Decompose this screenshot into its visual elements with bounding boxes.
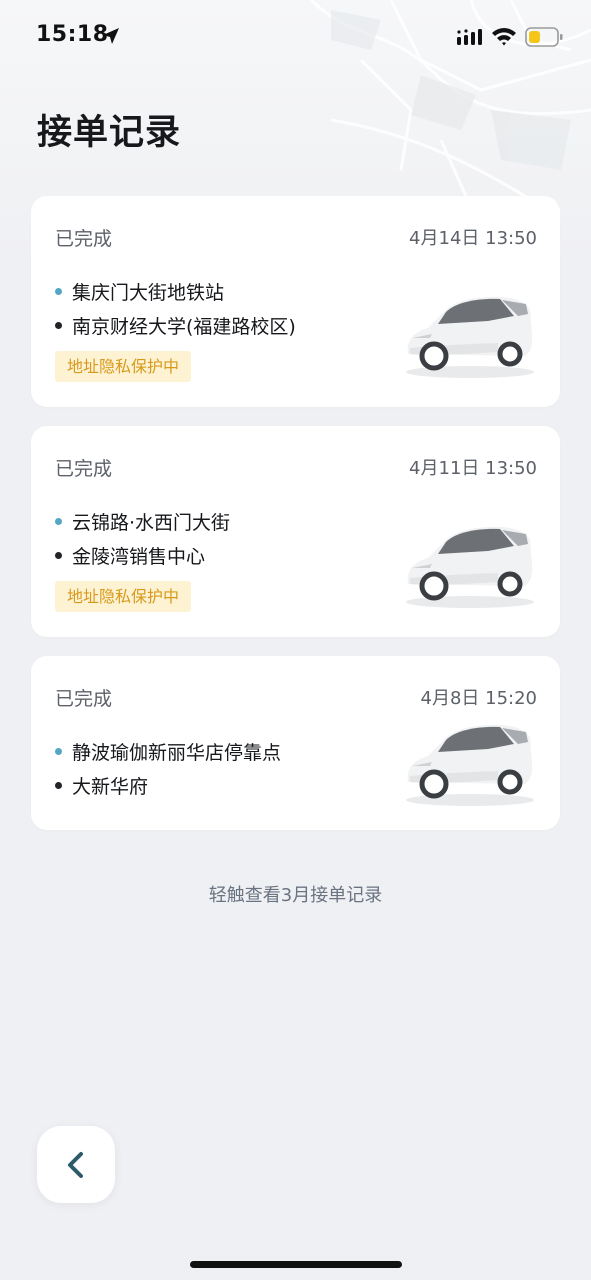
- dropoff-label: 金陵湾销售中心: [72, 546, 206, 568]
- pickup-location: 云锦路·水西门大街: [55, 508, 230, 535]
- dropoff-location: 大新华府: [55, 772, 148, 799]
- signal-icon: [457, 29, 482, 45]
- wifi-icon: [492, 28, 516, 46]
- status-time: 15:18: [36, 22, 109, 47]
- car-image: [406, 526, 534, 608]
- privacy-badge: 地址隐私保护中: [55, 581, 192, 612]
- battery-icon: [525, 27, 563, 47]
- privacy-badge: 地址隐私保护中: [55, 351, 192, 382]
- back-button[interactable]: [37, 1126, 115, 1203]
- pickup-dot-icon: [55, 748, 62, 755]
- order-card[interactable]: 已完成 4月8日 15:20 静波瑜伽新丽华店停靠点 大新华府: [31, 656, 560, 830]
- order-time: 4月8日 15:20: [420, 688, 538, 709]
- dropoff-dot-icon: [55, 322, 62, 329]
- order-status: 已完成: [55, 228, 113, 250]
- status-bar: 15:18: [0, 0, 591, 74]
- pickup-location: 静波瑜伽新丽华店停靠点: [55, 738, 281, 765]
- pickup-label: 集庆门大街地铁站: [72, 282, 225, 304]
- dropoff-label: 大新华府: [72, 776, 149, 798]
- pickup-label: 静波瑜伽新丽华店停靠点: [72, 742, 282, 764]
- pickup-dot-icon: [55, 518, 62, 525]
- pickup-location: 集庆门大街地铁站: [55, 278, 224, 305]
- order-card[interactable]: 已完成 4月11日 13:50 云锦路·水西门大街 金陵湾销售中心 地址隐私保护…: [31, 426, 560, 637]
- pickup-dot-icon: [55, 288, 62, 295]
- order-card[interactable]: 已完成 4月14日 13:50 集庆门大街地铁站 南京财经大学(福建路校区) 地…: [31, 196, 560, 407]
- dropoff-location: 南京财经大学(福建路校区): [55, 312, 296, 339]
- car-image: [406, 724, 534, 806]
- dropoff-label: 南京财经大学(福建路校区): [72, 316, 296, 338]
- order-time: 4月11日 13:50: [409, 458, 537, 479]
- dropoff-location: 金陵湾销售中心: [55, 542, 205, 569]
- view-march-records-link[interactable]: 轻触查看3月接单记录: [0, 881, 591, 907]
- pickup-label: 云锦路·水西门大街: [72, 512, 231, 534]
- order-time: 4月14日 13:50: [409, 228, 537, 249]
- page-title: 接单记录: [37, 113, 182, 153]
- location-arrow-icon: [103, 28, 119, 44]
- home-indicator[interactable]: [190, 1261, 402, 1268]
- chevron-left-icon: [68, 1152, 83, 1178]
- order-status: 已完成: [55, 688, 113, 710]
- dropoff-dot-icon: [55, 552, 62, 559]
- order-status: 已完成: [55, 458, 113, 480]
- car-image: [406, 296, 534, 378]
- dropoff-dot-icon: [55, 782, 62, 789]
